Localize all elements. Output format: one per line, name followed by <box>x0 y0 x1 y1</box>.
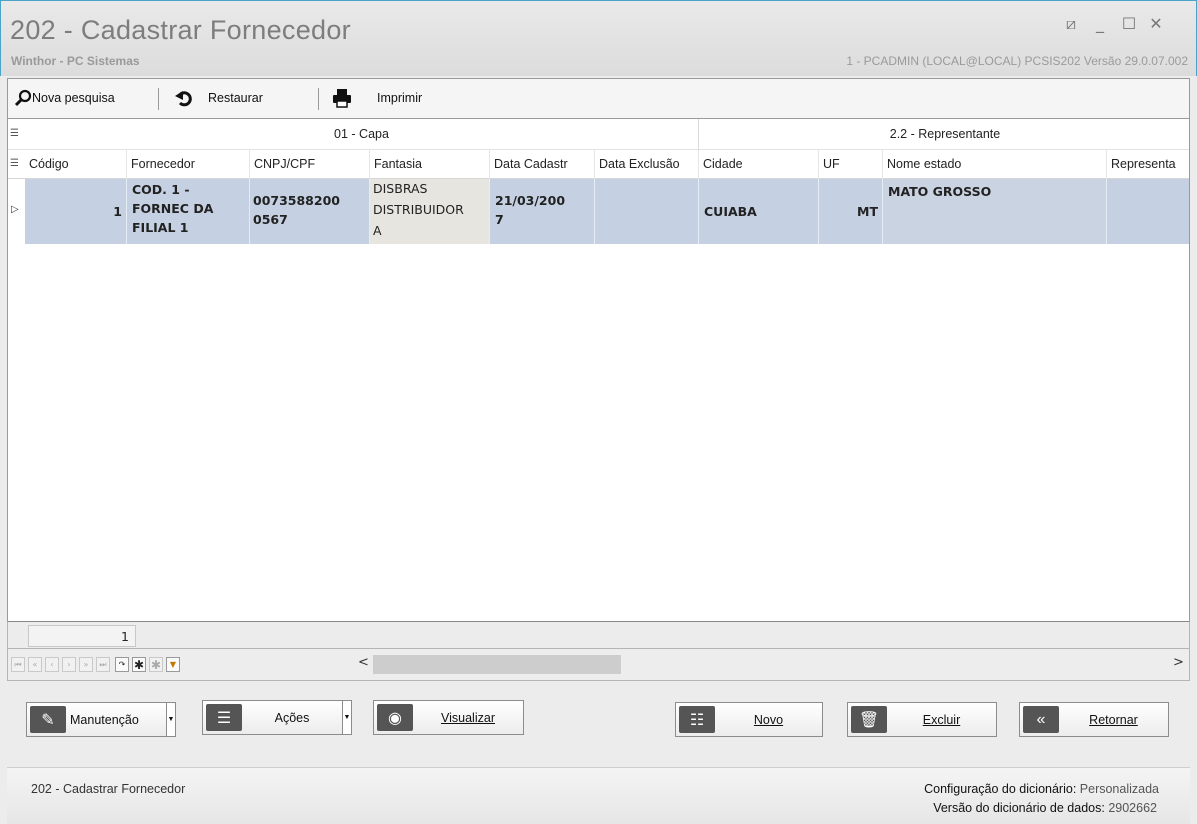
column-header-fornecedor[interactable]: Fornecedor <box>127 150 250 179</box>
column-header-fantasia[interactable]: Fantasia <box>370 150 490 179</box>
column-chooser-icon[interactable]: ☰ <box>10 128 19 139</box>
restore-button[interactable]: Restaurar <box>174 85 263 111</box>
search-icon <box>14 89 32 107</box>
column-header-data-exclusao[interactable]: Data Exclusão <box>595 150 699 179</box>
cell-cnpj: 0073588200 0567 <box>250 179 370 244</box>
prev-record-icon[interactable]: ‹ <box>45 657 59 672</box>
band-capa: 01 - Capa <box>25 119 699 150</box>
table-row[interactable]: 1 COD. 1 - FORNEC DA FILIAL 1 0073588200… <box>25 179 1189 244</box>
cell-representante <box>1107 179 1189 244</box>
retornar-button[interactable]: « Retornar <box>1019 702 1169 737</box>
window-title: 202 - Cadastrar Fornecedor <box>10 15 351 45</box>
novo-button[interactable]: ☷ Novo <box>675 702 823 737</box>
column-header-cnpj[interactable]: CNPJ/CPF <box>250 150 370 179</box>
column-header-nome-estado[interactable]: Nome estado <box>883 150 1107 179</box>
manutencao-button[interactable]: ✎ Manutenção ▼ <box>26 702 176 737</box>
user-info: 1 - PCADMIN (LOCAL@LOCAL) PCSIS202 Versã… <box>846 54 1188 68</box>
cancel-insert-icon[interactable]: ✱ <box>149 657 163 672</box>
horizontal-scrollbar-thumb[interactable] <box>373 655 621 674</box>
back-icon: « <box>1023 706 1059 733</box>
eye-icon: ◉ <box>377 704 413 731</box>
scroll-right-icon[interactable]: > <box>1173 655 1184 670</box>
column-chooser-icon[interactable]: ☰ <box>10 158 19 169</box>
toolbar-separator <box>158 88 159 110</box>
trash-icon: 🗑 <box>851 706 887 733</box>
excluir-button[interactable]: 🗑 Excluir <box>847 702 997 737</box>
cell-codigo: 1 <box>25 179 127 244</box>
close-icon[interactable]: ✕ <box>1147 15 1165 33</box>
new-search-button[interactable]: Nova pesquisa <box>14 85 115 111</box>
grid-footer: 1 <box>7 621 1190 649</box>
status-bar: 202 - Cadastrar Fornecedor Configuração … <box>7 767 1190 824</box>
cell-cidade: CUIABA <box>699 179 819 244</box>
column-header-uf[interactable]: UF <box>819 150 883 179</box>
acoes-button[interactable]: ☰ Ações ▼ <box>202 700 352 735</box>
new-record-icon: ☷ <box>679 706 715 733</box>
column-header-data-cadastro[interactable]: Data Cadastr <box>490 150 595 179</box>
filter-icon[interactable]: ▼ <box>166 657 180 672</box>
print-button[interactable]: Imprimir <box>332 85 422 111</box>
next-page-icon[interactable]: » <box>79 657 93 672</box>
cell-fantasia: DISBRAS DISTRIBUIDOR A <box>370 179 490 244</box>
toolbar: Nova pesquisa Restaurar Imprimir <box>7 78 1190 118</box>
insert-record-icon[interactable]: ✱ <box>132 657 146 672</box>
column-header-codigo[interactable]: Código <box>25 150 127 179</box>
cell-data-exclusao <box>595 179 699 244</box>
last-record-icon[interactable]: ⏭ <box>96 657 110 672</box>
first-record-icon[interactable]: ⏮ <box>11 657 25 672</box>
toolbar-separator <box>318 88 319 110</box>
column-header-row: ☰ Código Fornecedor CNPJ/CPF Fantasia Da… <box>8 150 1189 179</box>
refresh-icon[interactable]: ↷ <box>115 657 129 672</box>
band-header-row: ☰ 01 - Capa 2.2 - Representante <box>8 119 1189 150</box>
new-search-label: Nova pesquisa <box>32 91 115 105</box>
actions-icon: ☰ <box>206 704 242 731</box>
dictionary-config: Configuração do dicionário: Personalizad… <box>924 782 1159 796</box>
current-row-indicator-icon: ▷ <box>11 204 19 215</box>
restore-window-icon[interactable]: ⧄ <box>1062 15 1080 33</box>
window-subtitle: Winthor - PC Sistemas <box>11 54 140 68</box>
cell-data-cadastro: 21/03/200 7 <box>490 179 595 244</box>
restore-label: Restaurar <box>208 91 263 105</box>
chevron-down-icon[interactable]: ▼ <box>166 703 175 736</box>
status-screen-name: 202 - Cadastrar Fornecedor <box>31 782 186 796</box>
band-representante: 2.2 - Representante <box>889 127 1001 141</box>
prev-page-icon[interactable]: « <box>28 657 42 672</box>
scroll-left-icon[interactable]: < <box>358 655 369 670</box>
visualizar-button[interactable]: ◉ Visualizar <box>373 700 524 735</box>
minimize-icon[interactable]: _ <box>1091 15 1109 33</box>
title-bar: 202 - Cadastrar Fornecedor Winthor - PC … <box>0 0 1197 76</box>
suppliers-grid: ☰ 01 - Capa 2.2 - Representante ☰ Código… <box>7 118 1190 622</box>
grid-navigator: ⏮ « ‹ › » ⏭ ↷ ✱ ✱ ▼ < > <box>7 649 1190 681</box>
printer-icon <box>333 89 351 108</box>
cell-nome-estado: MATO GROSSO <box>883 179 1107 244</box>
dictionary-version: Versão do dicionário de dados: 2902662 <box>933 801 1157 815</box>
next-record-icon[interactable]: › <box>62 657 76 672</box>
chevron-down-icon[interactable]: ▼ <box>342 701 351 734</box>
cell-uf: MT <box>819 179 883 244</box>
undo-icon <box>175 91 192 107</box>
maximize-icon[interactable]: ☐ <box>1120 15 1138 33</box>
cell-fornecedor: COD. 1 - FORNEC DA FILIAL 1 <box>127 179 250 244</box>
record-count: 1 <box>28 625 136 647</box>
column-header-cidade[interactable]: Cidade <box>699 150 819 179</box>
maintenance-icon: ✎ <box>30 706 66 733</box>
print-label: Imprimir <box>377 91 423 105</box>
column-header-representante[interactable]: Representa <box>1107 150 1189 179</box>
